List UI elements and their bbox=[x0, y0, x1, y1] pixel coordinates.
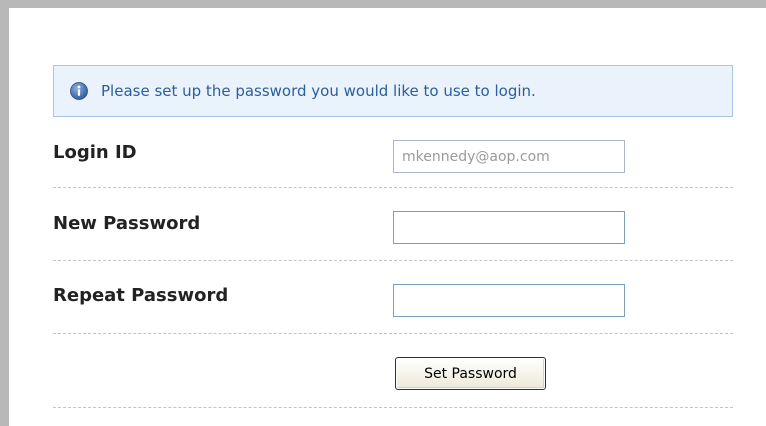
login-id-label: Login ID bbox=[53, 142, 137, 163]
info-message-box: Please set up the password you would lik… bbox=[53, 65, 733, 117]
repeat-password-row: Repeat Password bbox=[53, 284, 733, 328]
row-divider bbox=[53, 333, 733, 334]
info-circle-icon bbox=[70, 82, 88, 100]
set-password-button[interactable]: Set Password bbox=[395, 357, 546, 390]
login-id-row: Login ID bbox=[53, 140, 733, 184]
new-password-label: New Password bbox=[53, 213, 201, 234]
row-divider bbox=[53, 187, 733, 188]
repeat-password-field[interactable] bbox=[393, 284, 625, 317]
repeat-password-label: Repeat Password bbox=[53, 285, 229, 306]
login-id-field bbox=[393, 140, 625, 173]
row-divider bbox=[53, 260, 733, 261]
new-password-row: New Password bbox=[53, 211, 733, 255]
row-divider bbox=[53, 407, 733, 408]
new-password-field[interactable] bbox=[393, 211, 625, 244]
info-message-text: Please set up the password you would lik… bbox=[101, 82, 536, 100]
